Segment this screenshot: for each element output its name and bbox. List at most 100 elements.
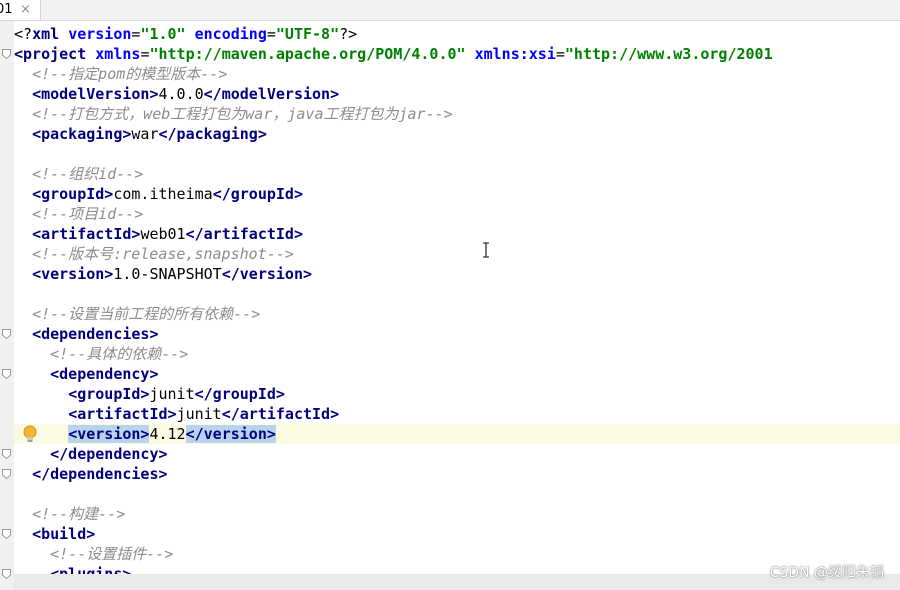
code-line[interactable]: <project xmlns = "http://maven.apache.org/… — [14, 44, 773, 64]
fold-marker-icon[interactable] — [2, 469, 11, 479]
code-line[interactable]: <version>1.0-SNAPSHOT</version> — [14, 264, 312, 284]
code-text: 4.0.0 — [158, 85, 204, 103]
code-line[interactable]: <modelVersion>4.0.0</modelVersion> — [14, 84, 339, 104]
code-text: 1.0-SNAPSHOT — [113, 265, 222, 283]
code-line[interactable]: <build> — [14, 524, 95, 544]
code-line[interactable]: <artifactId>web01</artifactId> — [14, 224, 303, 244]
code-text: = — [266, 25, 276, 43]
code-comment: <!--组织id--> — [32, 165, 144, 183]
code-text: = — [555, 45, 565, 63]
code-line[interactable]: <dependency> — [14, 364, 158, 384]
code-line[interactable]: <dependencies> — [14, 324, 158, 344]
xml-tag: <project — [14, 45, 96, 63]
xml-tag: </modelVersion> — [203, 85, 340, 103]
editor-gutter — [0, 21, 14, 590]
code-line[interactable]: </dependencies> — [14, 464, 167, 484]
close-icon[interactable]: × — [20, 0, 31, 20]
code-text: com.itheima — [113, 185, 213, 203]
fold-marker-icon[interactable] — [2, 569, 11, 579]
fold-marker-icon[interactable] — [2, 49, 11, 59]
xml-attr-value: "UTF-8" — [275, 25, 340, 43]
code-line[interactable]: <!--项目id--> — [14, 204, 143, 224]
xml-tag: </artifactId> — [185, 225, 303, 243]
code-line[interactable]: <packaging>war</packaging> — [14, 124, 267, 144]
code-text: junit — [149, 385, 195, 403]
horizontal-scrollbar[interactable] — [14, 574, 900, 590]
code-line[interactable]: <!--设置插件--> — [14, 544, 173, 564]
xml-tag: <packaging> — [32, 125, 132, 143]
xml-tag: <version> — [68, 425, 150, 443]
code-comment: <!--打包方式，web工程打包为war，java工程打包为jar--> — [32, 105, 453, 123]
code-text: web01 — [140, 225, 186, 243]
code-comment: <!--设置当前工程的所有依赖--> — [32, 305, 261, 323]
code-text: 4.12 — [149, 425, 186, 443]
code-editor[interactable]: <?xml version="1.0" encoding="UTF-8"?> <p… — [14, 21, 900, 590]
code-line[interactable]: <artifactId>junit</artifactId> — [14, 404, 339, 424]
xml-attr-name: xmlns:xsi — [474, 45, 556, 63]
code-line[interactable]: <!--组织id--> — [14, 164, 143, 184]
xml-tag: xml — [32, 25, 69, 43]
tab-label: 01 — [0, 2, 13, 17]
code-line[interactable]: <!--打包方式，web工程打包为war，java工程打包为jar--> — [14, 104, 453, 124]
code-text: ?> — [339, 25, 358, 43]
xml-tag: </version> — [221, 265, 313, 283]
code-comment: <!--项目id--> — [32, 205, 144, 223]
tab-file[interactable]: 01 × — [0, 0, 41, 20]
xml-tag: </packaging> — [158, 125, 267, 143]
xml-tag: </groupId> — [194, 385, 285, 403]
fold-marker-icon[interactable] — [2, 369, 11, 379]
code-line[interactable]: </dependency> — [14, 444, 168, 464]
code-text: war — [131, 125, 159, 143]
xml-tag: </dependency> — [50, 445, 168, 463]
text-cursor-icon — [483, 242, 489, 258]
xml-tag: <artifactId> — [32, 225, 141, 243]
code-line[interactable]: <!--具体的依赖--> — [14, 344, 188, 364]
code-line[interactable]: <!--构建--> — [14, 504, 125, 524]
code-line[interactable]: <!--设置当前工程的所有依赖--> — [14, 304, 260, 324]
xml-attr-name: version — [68, 25, 132, 43]
xml-tag: <groupId> — [68, 385, 150, 403]
watermark: CSDN @绥阳朱韬 — [769, 565, 884, 581]
fold-marker-icon[interactable] — [2, 529, 11, 539]
lightbulb-icon[interactable] — [22, 424, 38, 444]
code-line[interactable]: <groupId>junit</groupId> — [14, 384, 285, 404]
xml-tag: <build> — [32, 525, 96, 543]
code-line[interactable]: <version>4.12</version> — [14, 424, 900, 444]
code-line[interactable]: <?xml version="1.0" encoding="UTF-8"?> — [14, 24, 357, 44]
code-line[interactable]: <!--指定pom的模型版本--> — [14, 64, 227, 84]
xml-attr-value: "http://www.w3.org/2001 — [564, 45, 773, 63]
fold-marker-icon[interactable] — [2, 449, 11, 459]
code-comment: <!--设置插件--> — [50, 545, 174, 563]
code-text: <? — [14, 25, 33, 43]
xml-tag: <groupId> — [32, 185, 114, 203]
code-line[interactable]: <groupId>com.itheima</groupId> — [14, 184, 303, 204]
code-comment: <!--版本号:release,snapshot--> — [32, 245, 294, 263]
fold-marker-icon[interactable] — [2, 329, 11, 339]
code-line[interactable]: <!--版本号:release,snapshot--> — [14, 244, 294, 264]
xml-tag: </groupId> — [212, 185, 303, 203]
code-comment: <!--构建--> — [32, 505, 126, 523]
editor-tab-bar: 01 × — [0, 0, 900, 21]
xml-tag: <artifactId> — [68, 405, 177, 423]
